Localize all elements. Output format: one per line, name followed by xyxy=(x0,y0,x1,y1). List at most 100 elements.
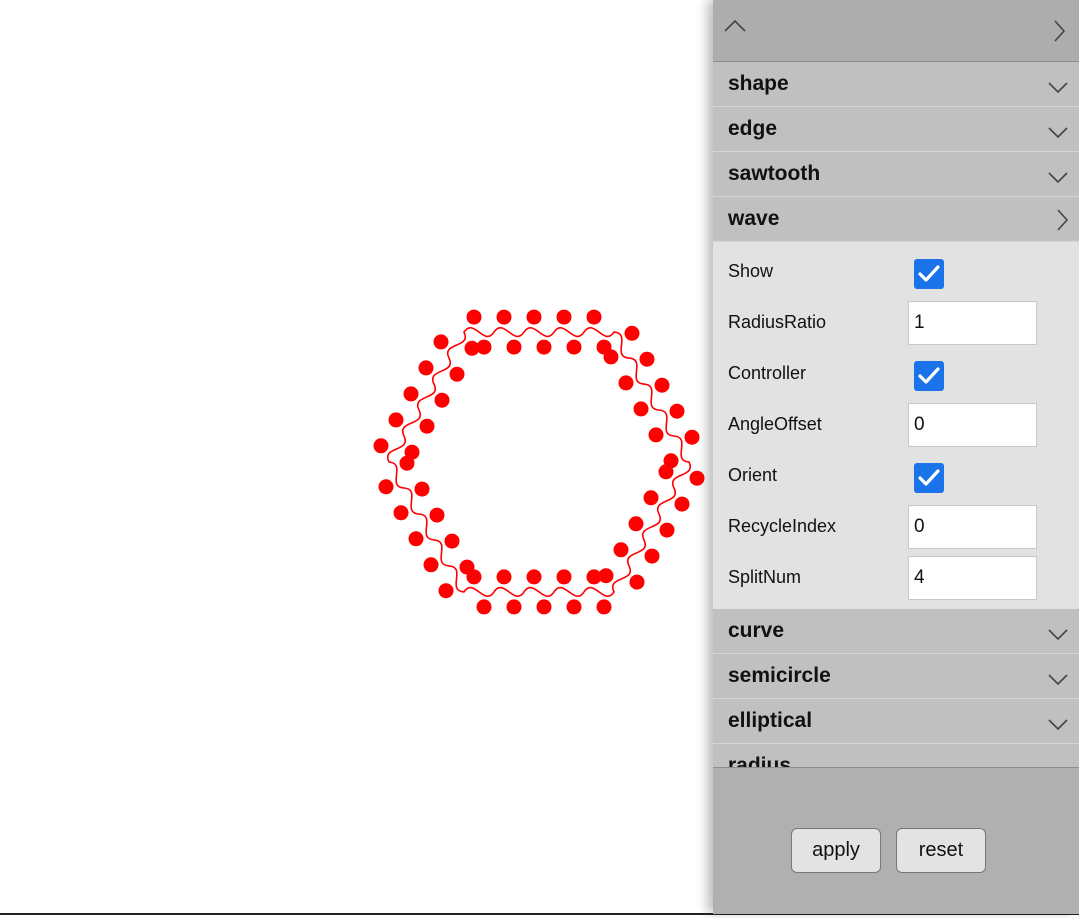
controller-dot[interactable] xyxy=(408,531,424,547)
wave-settings-body: Show RadiusRatio Controller AngleOffset Orie… xyxy=(713,242,1079,609)
controller-dot[interactable] xyxy=(643,490,659,506)
chevron-down-icon xyxy=(1048,172,1068,184)
controller-dot[interactable] xyxy=(433,334,449,350)
controller-dot[interactable] xyxy=(556,569,572,585)
controller-dot[interactable] xyxy=(556,309,572,325)
controller-dot[interactable] xyxy=(418,360,434,376)
field-row-angleoffset: AngleOffset xyxy=(713,400,1079,451)
section-title: shape xyxy=(728,72,789,95)
checkmark-icon xyxy=(918,265,940,282)
section-title: wave xyxy=(728,207,780,230)
controller-dot[interactable] xyxy=(674,496,690,512)
controller-dot[interactable] xyxy=(628,516,644,532)
field-row-radiusratio: RadiusRatio xyxy=(713,298,1079,349)
controller-dot[interactable] xyxy=(414,481,430,497)
controller-dot[interactable] xyxy=(639,351,655,367)
controller-dot[interactable] xyxy=(496,569,512,585)
chevron-down-icon xyxy=(1048,674,1068,686)
section-title: edge xyxy=(728,117,778,140)
angleoffset-input[interactable] xyxy=(908,403,1037,447)
controller-dot[interactable] xyxy=(633,401,649,417)
section-header-curve[interactable]: curve xyxy=(713,609,1079,654)
controller-dot[interactable] xyxy=(526,309,542,325)
controller-dot[interactable] xyxy=(669,403,685,419)
controller-dot[interactable] xyxy=(618,375,634,391)
chevron-right-icon[interactable] xyxy=(1051,18,1067,44)
controller-dot[interactable] xyxy=(403,386,419,402)
controller-dot[interactable] xyxy=(648,427,664,443)
controller-dot[interactable] xyxy=(659,522,675,538)
controller-dot[interactable] xyxy=(444,533,460,549)
section-header-partial[interactable]: radius xyxy=(713,744,1079,767)
controller-dot[interactable] xyxy=(663,453,679,469)
controller-dot[interactable] xyxy=(404,444,420,460)
field-label: Orient xyxy=(728,465,778,485)
controller-dot[interactable] xyxy=(684,429,700,445)
orient-checkbox[interactable] xyxy=(914,463,944,493)
section-header-wave[interactable]: wave xyxy=(713,197,1079,242)
controller-dot[interactable] xyxy=(596,599,612,615)
controller-dot[interactable] xyxy=(644,548,660,564)
section-title: curve xyxy=(728,619,785,642)
controller-dot[interactable] xyxy=(654,377,670,393)
controller-dot[interactable] xyxy=(434,392,450,408)
controller-dot[interactable] xyxy=(438,583,454,599)
field-row-orient: Orient xyxy=(713,451,1079,502)
controller-dot[interactable] xyxy=(586,569,602,585)
controller-dot[interactable] xyxy=(449,366,465,382)
show-checkbox[interactable] xyxy=(914,259,944,289)
section-header-semicircle[interactable]: semicircle xyxy=(713,654,1079,699)
controller-dot[interactable] xyxy=(613,542,629,558)
controller-dot[interactable] xyxy=(536,339,552,355)
panel-footer: apply reset xyxy=(713,767,1079,914)
controller-dot[interactable] xyxy=(419,418,435,434)
controller-dot[interactable] xyxy=(603,349,619,365)
controller-dot[interactable] xyxy=(689,470,705,486)
controller-dot[interactable] xyxy=(429,507,445,523)
checkmark-icon xyxy=(918,469,940,486)
section-header-shape[interactable]: shape xyxy=(713,62,1079,107)
panel-toolbar xyxy=(713,0,1079,62)
controller-dot[interactable] xyxy=(476,599,492,615)
controller-dot[interactable] xyxy=(378,479,394,495)
controller-dot[interactable] xyxy=(566,339,582,355)
field-label: AngleOffset xyxy=(728,414,822,434)
section-header-elliptical[interactable]: elliptical xyxy=(713,699,1079,744)
section-header-edge[interactable]: edge xyxy=(713,107,1079,152)
controller-dot[interactable] xyxy=(496,309,512,325)
controller-dot[interactable] xyxy=(459,559,475,575)
field-label: Controller xyxy=(728,363,807,383)
chevron-down-icon xyxy=(1048,127,1068,139)
chevron-down-icon xyxy=(1048,719,1068,731)
reset-button[interactable]: reset xyxy=(896,828,986,873)
controller-dot[interactable] xyxy=(526,569,542,585)
controller-dot[interactable] xyxy=(506,599,522,615)
drawing-canvas[interactable] xyxy=(0,0,713,913)
settings-panel: shape edge sawtooth wave Show RadiusRatio Co… xyxy=(713,0,1079,914)
chevron-up-icon[interactable] xyxy=(723,14,747,38)
section-title: elliptical xyxy=(728,709,813,732)
controller-dot[interactable] xyxy=(393,505,409,521)
recycleindex-input[interactable] xyxy=(908,505,1037,549)
field-row-recycleindex: RecycleIndex xyxy=(713,502,1079,553)
section-title: sawtooth xyxy=(728,162,821,185)
radiusratio-input[interactable] xyxy=(908,301,1037,345)
field-row-show: Show xyxy=(713,247,1079,298)
controller-dot[interactable] xyxy=(476,339,492,355)
splitnum-input[interactable] xyxy=(908,556,1037,600)
controller-dot[interactable] xyxy=(388,412,404,428)
controller-dot[interactable] xyxy=(466,309,482,325)
controller-dot[interactable] xyxy=(506,339,522,355)
controller-dot[interactable] xyxy=(373,438,389,454)
controller-dot[interactable] xyxy=(536,599,552,615)
controller-dot[interactable] xyxy=(566,599,582,615)
controller-dot[interactable] xyxy=(629,574,645,590)
apply-button[interactable]: apply xyxy=(791,828,881,873)
field-label: SplitNum xyxy=(728,567,802,587)
controller-dot[interactable] xyxy=(624,325,640,341)
chevron-right-icon xyxy=(1057,209,1069,231)
section-header-sawtooth[interactable]: sawtooth xyxy=(713,152,1079,197)
controller-dot[interactable] xyxy=(586,309,602,325)
controller-dot[interactable] xyxy=(423,557,439,573)
controller-checkbox[interactable] xyxy=(914,361,944,391)
